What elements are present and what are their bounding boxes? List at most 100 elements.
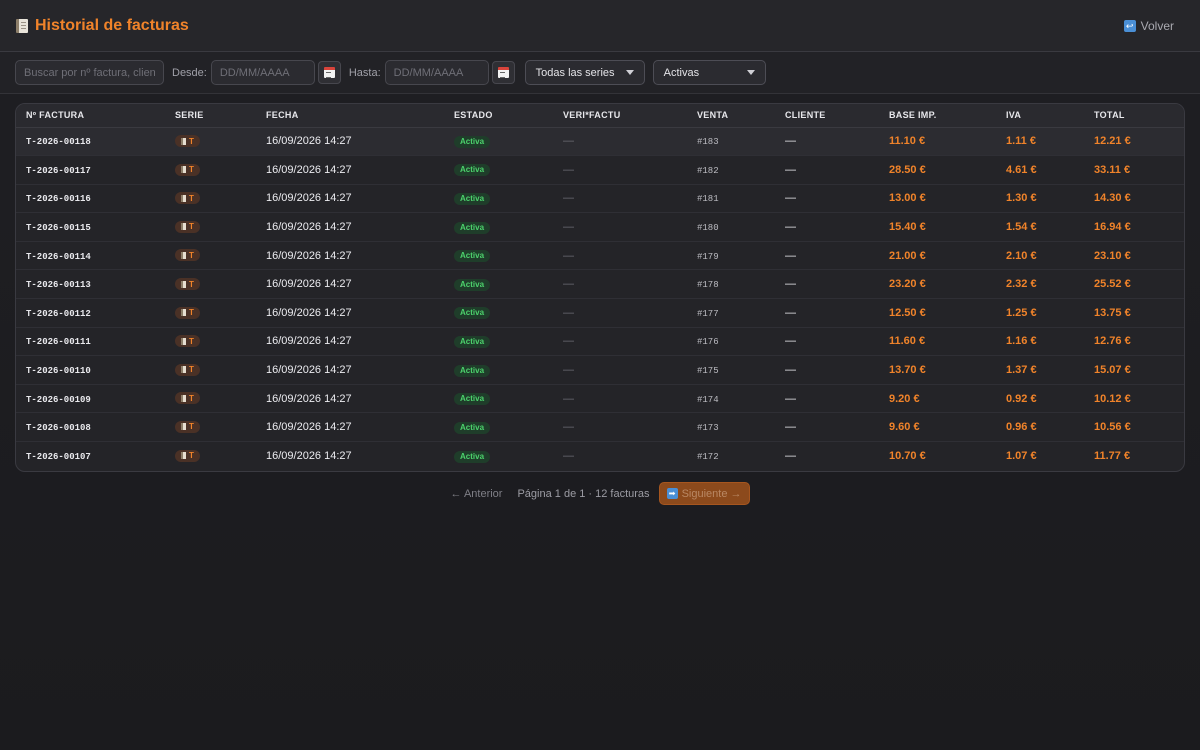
venta-link[interactable]: #179 [697, 252, 719, 262]
column-header[interactable]: Nº FACTURA [16, 104, 165, 128]
search-input[interactable] [15, 60, 164, 85]
table-row[interactable]: T-2026-00107 T 16/09/2026 14:27 Activa — #172… [16, 442, 1184, 471]
table-row[interactable]: T-2026-00118 T 16/09/2026 14:27 Activa — #183… [16, 127, 1184, 157]
cell-cliente: — [775, 241, 879, 271]
venta-link[interactable]: #180 [697, 223, 719, 233]
table-row[interactable]: T-2026-00114 T 16/09/2026 14:27 Activa — #179… [16, 241, 1184, 271]
column-header[interactable]: VENTA [687, 104, 775, 128]
status-badge: Activa [454, 250, 491, 263]
column-header[interactable]: IVA [996, 104, 1084, 128]
table-row[interactable]: T-2026-00111 T 16/09/2026 14:27 Activa — #176… [16, 327, 1184, 357]
cliente-value: — [785, 392, 796, 405]
cell-numero: T-2026-00116 [16, 184, 165, 214]
cell-estado: Activa [444, 127, 553, 157]
column-header[interactable]: CLIENTE [775, 104, 879, 128]
column-header[interactable]: BASE IMP. [879, 104, 996, 128]
column-header[interactable]: FECHA [256, 104, 444, 128]
cell-iva: 2.10 € [996, 241, 1084, 271]
base-imponible: 11.10 € [889, 135, 926, 148]
venta-link[interactable]: #173 [697, 423, 719, 433]
iva-amount: 1.37 € [1006, 364, 1037, 377]
cell-cliente: — [775, 384, 879, 414]
cell-venta: #183 [687, 127, 775, 157]
cell-cliente: — [775, 155, 879, 185]
status-badge: Activa [454, 278, 491, 291]
page-title: Historial de facturas [35, 16, 189, 34]
cell-verifactu: — [553, 327, 687, 357]
cell-serie: T [165, 327, 256, 357]
desde-label: Desde: [172, 66, 207, 79]
cell-cliente: — [775, 298, 879, 328]
column-header[interactable]: ESTADO [444, 104, 553, 128]
table-row[interactable]: T-2026-00108 T 16/09/2026 14:27 Activa — #173… [16, 412, 1184, 443]
series-select[interactable]: Todas las series [524, 60, 645, 85]
back-button-label: Volver [1140, 18, 1174, 33]
total-amount: 15.07 € [1094, 364, 1131, 377]
column-header[interactable]: VERI*FACTU [553, 104, 687, 128]
cell-verifactu: — [553, 384, 687, 414]
estado-select[interactable]: Activas [652, 60, 766, 85]
verifactu-value: — [563, 421, 574, 434]
serie-code: T [189, 336, 194, 346]
prev-page-button[interactable]: ← Anterior [451, 488, 503, 500]
base-imponible: 10.70 € [889, 450, 926, 463]
cell-venta: #176 [687, 327, 775, 357]
cell-fecha: 16/09/2026 14:27 [256, 298, 444, 328]
next-page-button[interactable]: ➡ Siguiente → [658, 482, 750, 505]
cell-iva: 1.25 € [996, 298, 1084, 328]
cell-verifactu: — [553, 442, 687, 471]
table-row[interactable]: T-2026-00110 T 16/09/2026 14:27 Activa — #175… [16, 355, 1184, 385]
receipt-icon [181, 251, 186, 259]
serie-badge: T [175, 163, 200, 176]
base-imponible: 11.60 € [889, 335, 926, 348]
hasta-date-input[interactable] [384, 60, 489, 85]
venta-link[interactable]: #178 [697, 280, 719, 290]
table-row[interactable]: T-2026-00117 T 16/09/2026 14:27 Activa — #182… [16, 155, 1184, 185]
total-amount: 23.10 € [1094, 249, 1131, 262]
venta-link[interactable]: #175 [697, 366, 719, 376]
back-button[interactable]: ↩ Volver [1114, 15, 1184, 37]
total-amount: 14.30 € [1094, 192, 1131, 205]
base-imponible: 21.00 € [889, 249, 926, 262]
venta-link[interactable]: #172 [697, 452, 719, 462]
desde-date-input[interactable] [210, 60, 315, 85]
venta-link[interactable]: #183 [697, 137, 719, 147]
venta-link[interactable]: #174 [697, 395, 719, 405]
serie-badge: T [175, 420, 200, 433]
calendar-icon [497, 67, 509, 78]
table-row[interactable]: T-2026-00115 T 16/09/2026 14:27 Activa — #180… [16, 212, 1184, 242]
venta-link[interactable]: #181 [697, 194, 719, 204]
receipt-icon [181, 366, 186, 374]
cliente-value: — [785, 249, 796, 262]
column-header[interactable]: TOTAL [1084, 104, 1184, 128]
invoice-date: 16/09/2026 14:27 [266, 450, 352, 463]
table-row[interactable]: T-2026-00116 T 16/09/2026 14:27 Activa — #181… [16, 184, 1184, 214]
cell-venta: #179 [687, 241, 775, 271]
cell-base: 15.40 € [879, 212, 996, 242]
cell-serie: T [165, 412, 256, 443]
venta-link[interactable]: #176 [697, 337, 719, 347]
cell-iva: 1.11 € [996, 127, 1084, 157]
cell-estado: Activa [444, 241, 553, 271]
column-header[interactable]: SERIE [165, 104, 256, 128]
desde-calendar-button[interactable] [317, 61, 341, 84]
venta-link[interactable]: #182 [697, 166, 719, 176]
table-row[interactable]: T-2026-00112 T 16/09/2026 14:27 Activa — #177… [16, 298, 1184, 328]
invoice-number: T-2026-00111 [26, 337, 91, 348]
receipt-icon [181, 137, 186, 145]
total-amount: 25.52 € [1094, 278, 1131, 291]
venta-link[interactable]: #177 [697, 309, 719, 319]
cell-serie: T [165, 442, 256, 471]
serie-badge: T [175, 135, 200, 148]
invoice-date: 16/09/2026 14:27 [266, 421, 352, 434]
verifactu-value: — [563, 450, 574, 463]
cell-iva: 0.96 € [996, 412, 1084, 443]
cliente-value: — [785, 450, 796, 463]
hasta-calendar-button[interactable] [491, 61, 515, 84]
table-row[interactable]: T-2026-00113 T 16/09/2026 14:27 Activa — #178… [16, 269, 1184, 300]
cell-estado: Activa [444, 384, 553, 414]
base-imponible: 28.50 € [889, 163, 926, 176]
status-badge: Activa [454, 335, 491, 348]
total-amount: 10.56 € [1094, 421, 1131, 434]
table-row[interactable]: T-2026-00109 T 16/09/2026 14:27 Activa — #174… [16, 384, 1184, 414]
